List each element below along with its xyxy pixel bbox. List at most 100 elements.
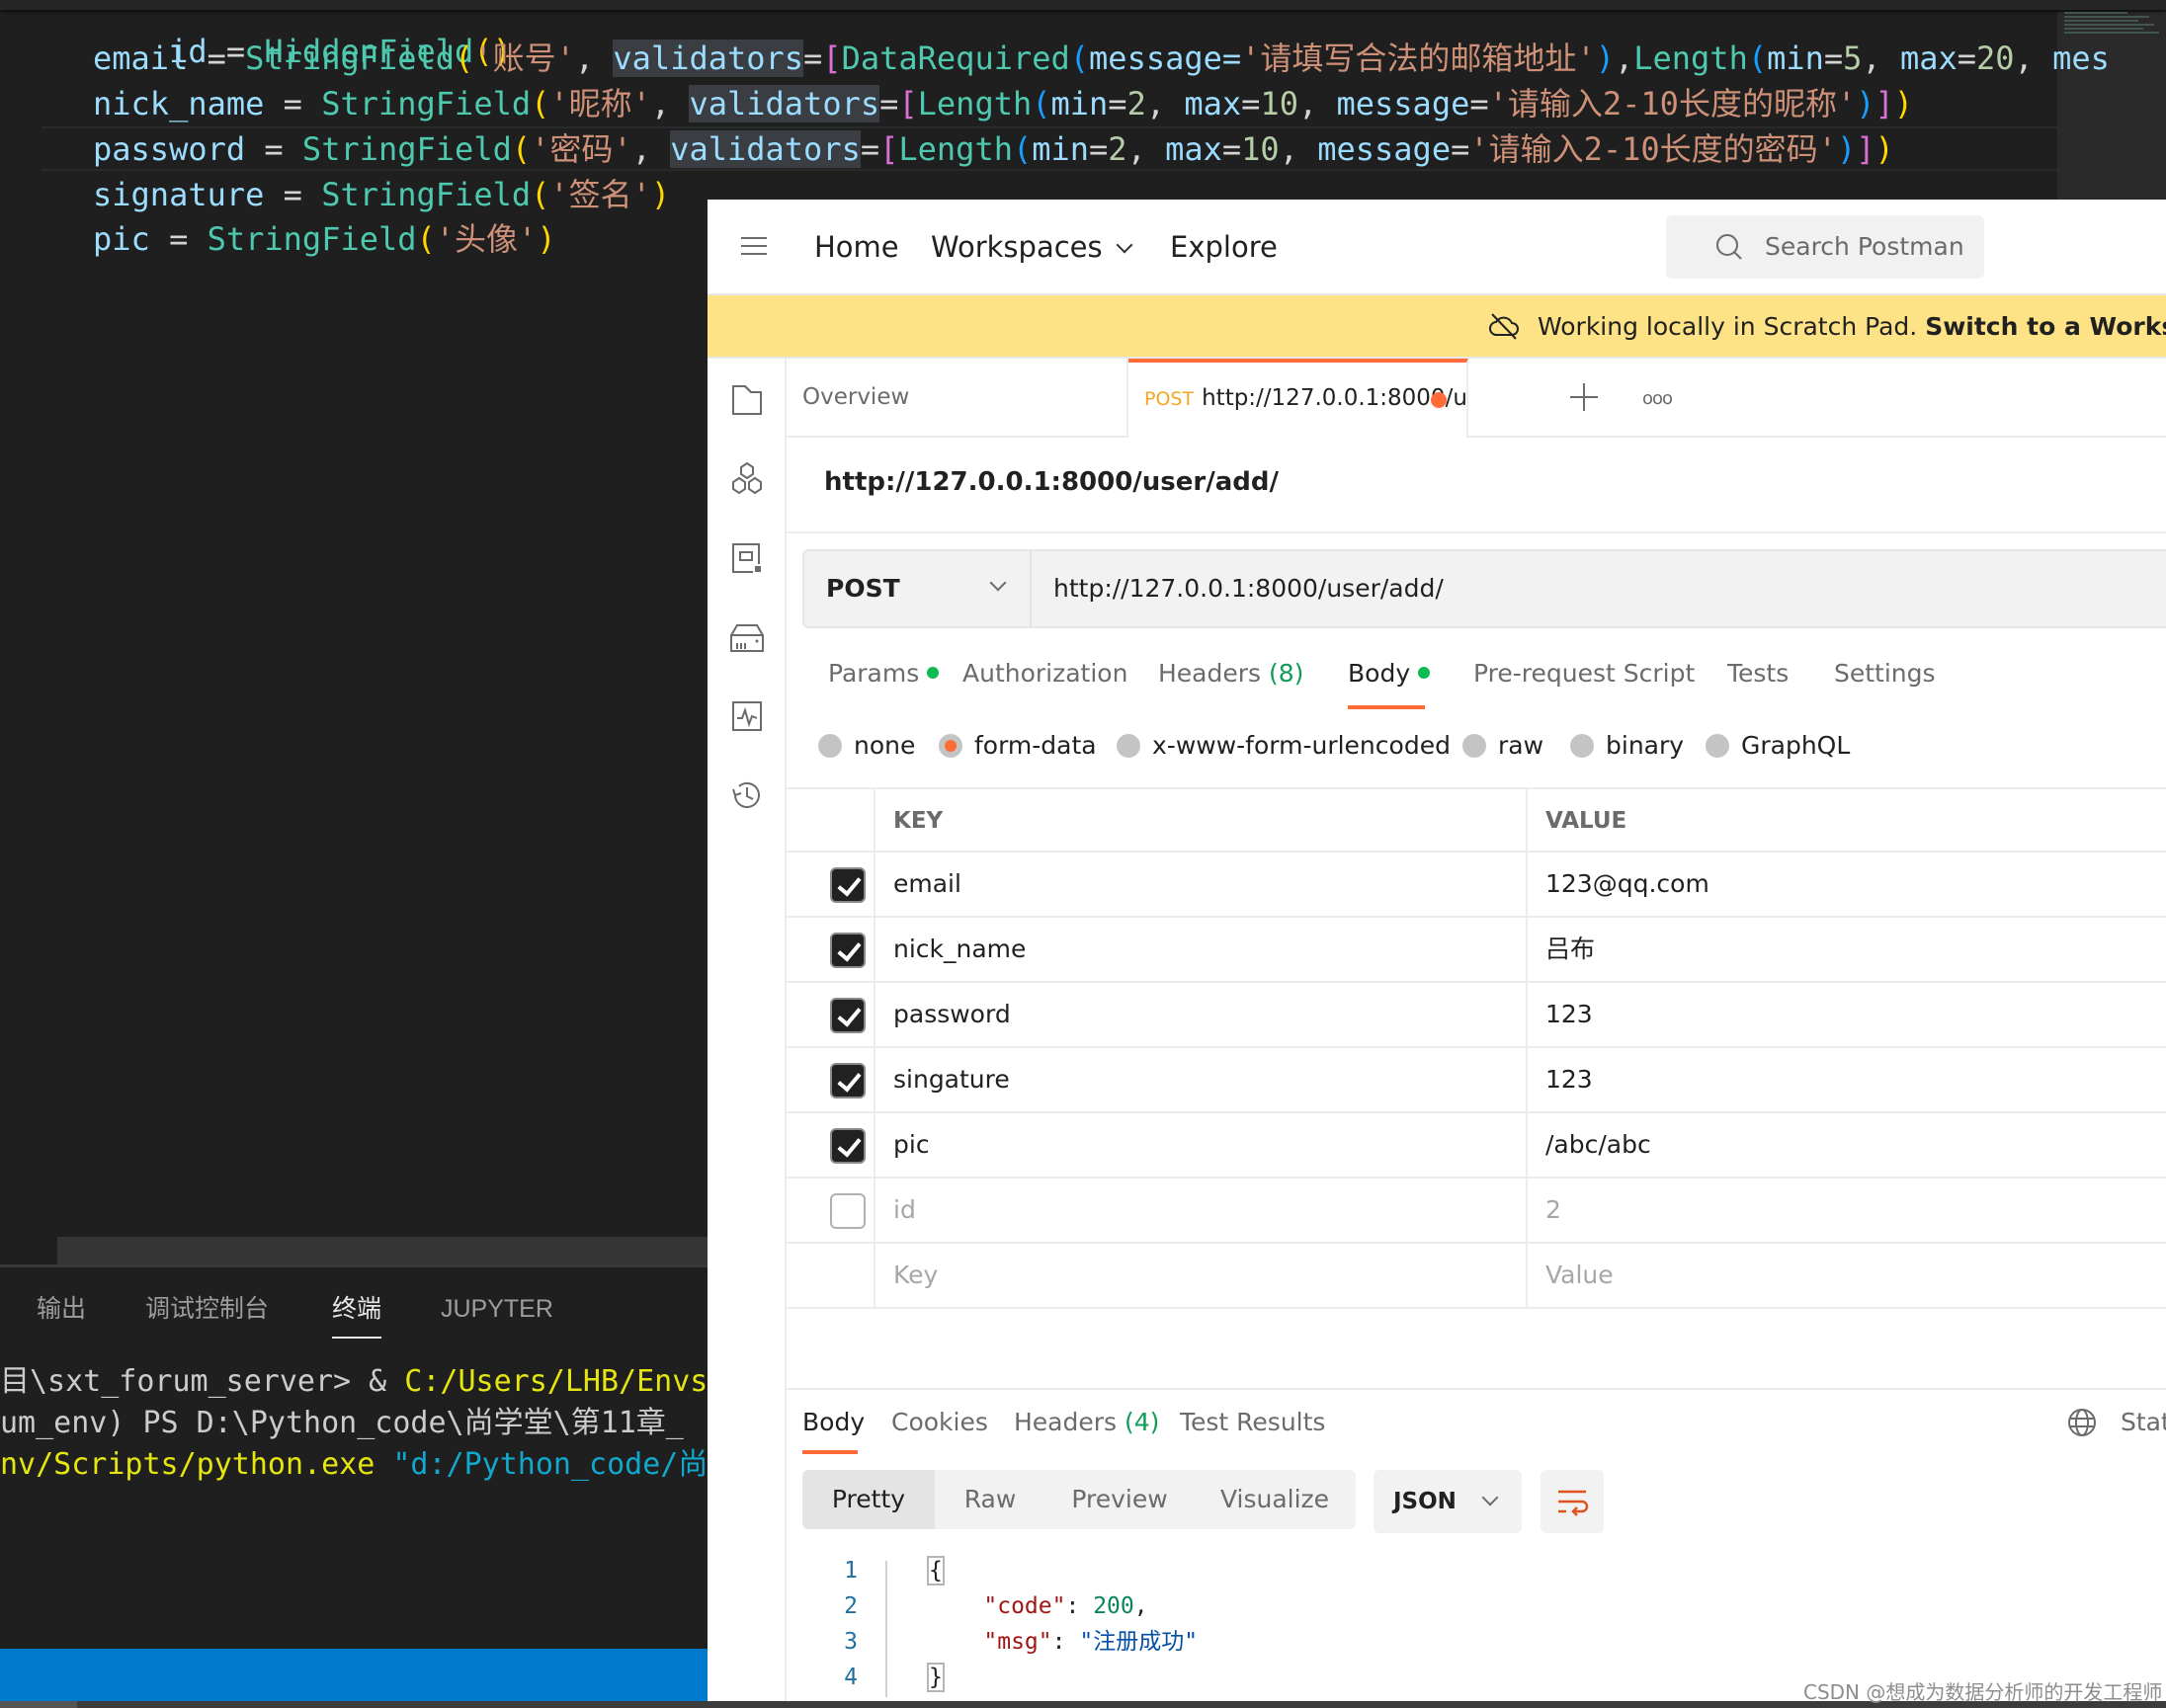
tab-settings[interactable]: Settings: [1834, 656, 1936, 691]
code-fold-guide: [885, 1561, 887, 1697]
body-type-none[interactable]: none: [818, 728, 915, 764]
response-divider[interactable]: [787, 1388, 2166, 1390]
tab-body[interactable]: Body: [1348, 656, 1431, 691]
code-string: '账号': [473, 40, 575, 77]
tab-label: Headers: [1014, 1408, 1118, 1436]
code-line-password[interactable]: password = StringField('密码', validators=…: [93, 127, 1894, 171]
row-value[interactable]: 吕布: [1528, 918, 2166, 981]
panel-tab-output[interactable]: 输出: [37, 1289, 86, 1339]
tab-method-badge: POST: [1144, 388, 1195, 410]
editor-scrollbar-thumb[interactable]: [57, 1237, 708, 1264]
view-raw[interactable]: Raw: [935, 1470, 1045, 1529]
row-key[interactable]: email: [875, 853, 1528, 916]
body-type-form-data[interactable]: form-data: [939, 728, 1097, 764]
row-key[interactable]: pic: [875, 1113, 1528, 1177]
row-key[interactable]: id: [875, 1179, 1528, 1242]
monitors-icon[interactable]: [729, 698, 765, 734]
code-number: 20: [1976, 40, 2015, 77]
view-visualize[interactable]: Visualize: [1194, 1470, 1356, 1529]
column-header-value: VALUE: [1545, 808, 1627, 834]
body-type-urlencoded[interactable]: x-www-form-urlencoded: [1117, 728, 1451, 764]
table-row: nick_name 吕布: [787, 918, 2166, 983]
nav-explore[interactable]: Explore: [1170, 227, 1278, 267]
radio-selected-icon: [939, 734, 962, 758]
response-tab-test-results[interactable]: Test Results: [1180, 1405, 1325, 1440]
row-key[interactable]: nick_name: [875, 918, 1528, 981]
row-value[interactable]: 123: [1528, 983, 2166, 1046]
code-line-email[interactable]: email = StringField('账号', validators=[Da…: [93, 37, 2110, 80]
code-number: 2: [1108, 130, 1127, 168]
row-checkbox[interactable]: [830, 1193, 866, 1229]
row-value[interactable]: 2: [1528, 1179, 2166, 1242]
row-value[interactable]: 123: [1528, 1048, 2166, 1111]
row-checkbox[interactable]: [830, 933, 866, 968]
line-number: 4: [844, 1665, 858, 1690]
body-type-binary[interactable]: binary: [1570, 728, 1684, 764]
code-class: StringField: [321, 176, 532, 213]
row-key[interactable]: singature: [875, 1048, 1528, 1111]
more-tabs-icon[interactable]: ooo: [1642, 388, 1673, 409]
panel-tab-debug-console[interactable]: 调试控制台: [145, 1289, 269, 1339]
row-key[interactable]: password: [875, 983, 1528, 1046]
terminal-line[interactable]: um_env) PS D:\Python_code\尚学堂\第11章_: [0, 1403, 684, 1444]
response-tab-cookies[interactable]: Cookies: [891, 1405, 988, 1440]
code-var: pic: [93, 220, 150, 258]
response-tab-body[interactable]: Body: [802, 1405, 865, 1440]
row-value[interactable]: 123@qq.com: [1528, 853, 2166, 916]
tab-authorization[interactable]: Authorization: [962, 656, 1127, 691]
tab-post-request[interactable]: POST http://127.0.0.1:8000/u: [1128, 359, 1468, 438]
tab-tests[interactable]: Tests: [1727, 656, 1789, 691]
request-name[interactable]: http://127.0.0.1:8000/user/add/: [824, 464, 1279, 500]
response-tab-headers[interactable]: Headers (4): [1014, 1405, 1159, 1440]
row-checkbox[interactable]: [830, 1128, 866, 1164]
environments-icon[interactable]: [729, 540, 765, 576]
tab-pre-request-script[interactable]: Pre-request Script: [1473, 656, 1695, 691]
tab-params[interactable]: Params: [828, 656, 940, 691]
row-checkbox[interactable]: [830, 1063, 866, 1098]
tab-label: Body: [1348, 659, 1411, 688]
indicator-dot-icon: [1418, 667, 1431, 679]
panel-tab-terminal[interactable]: 终端: [332, 1289, 382, 1339]
tab-overview[interactable]: Overview: [787, 359, 1128, 438]
radio-icon: [818, 734, 842, 758]
view-preview[interactable]: Preview: [1045, 1470, 1194, 1529]
json-brace: {: [927, 1556, 945, 1586]
collections-icon[interactable]: [729, 382, 765, 418]
active-tab-underline: [802, 1450, 858, 1454]
tab-label: http://127.0.0.1:8000/u: [1202, 385, 1467, 411]
radio-label: GraphQL: [1741, 731, 1851, 760]
body-type-graphql[interactable]: GraphQL: [1706, 728, 1850, 764]
postman-window: Home Workspaces Explore Search Postman W…: [708, 200, 2166, 1701]
format-select[interactable]: JSON: [1374, 1470, 1522, 1533]
panel-tab-jupyter[interactable]: JUPYTER: [441, 1289, 553, 1339]
code-line-nick-name[interactable]: nick_name = StringField('昵称', validators…: [93, 82, 1913, 125]
row-checkbox[interactable]: [830, 867, 866, 903]
new-value-input[interactable]: Value: [1528, 1244, 2166, 1307]
code-line-pic[interactable]: pic = StringField('头像'): [93, 217, 556, 261]
panel-divider[interactable]: [0, 1264, 708, 1267]
history-icon[interactable]: [729, 777, 765, 813]
wrap-lines-button[interactable]: [1541, 1470, 1604, 1533]
search-input[interactable]: Search Postman: [1666, 215, 1984, 279]
request-tabs-bar: Overview POST http://127.0.0.1:8000/u ooo: [787, 359, 2166, 438]
terminal-line[interactable]: 目\sxt_forum_server> & C:/Users/LHB/Envs: [0, 1361, 708, 1403]
hamburger-menu-icon[interactable]: [741, 237, 767, 255]
url-input[interactable]: http://127.0.0.1:8000/user/add/: [1053, 571, 1444, 607]
nav-workspaces[interactable]: Workspaces: [931, 227, 1133, 267]
row-value[interactable]: /abc/abc: [1528, 1113, 2166, 1177]
radio-icon: [1117, 734, 1140, 758]
new-key-input[interactable]: Key: [875, 1244, 1528, 1307]
terminal-line[interactable]: nv/Scripts/python.exe "d:/Python_code/尚: [0, 1444, 708, 1486]
method-select[interactable]: POST: [804, 551, 1032, 626]
nav-home[interactable]: Home: [814, 227, 899, 267]
tab-headers[interactable]: Headers (8): [1158, 656, 1303, 691]
switch-workspace-link[interactable]: Switch to a Workspace: [1925, 312, 2166, 341]
row-checkbox[interactable]: [830, 998, 866, 1033]
view-pretty[interactable]: Pretty: [802, 1470, 935, 1529]
new-tab-plus-icon[interactable]: [1567, 380, 1601, 414]
globe-icon[interactable]: [2067, 1408, 2097, 1437]
mock-servers-icon[interactable]: [729, 619, 765, 655]
body-type-raw[interactable]: raw: [1462, 728, 1543, 764]
apis-icon[interactable]: [729, 461, 765, 497]
code-line-signature[interactable]: signature = StringField('签名'): [93, 173, 670, 216]
